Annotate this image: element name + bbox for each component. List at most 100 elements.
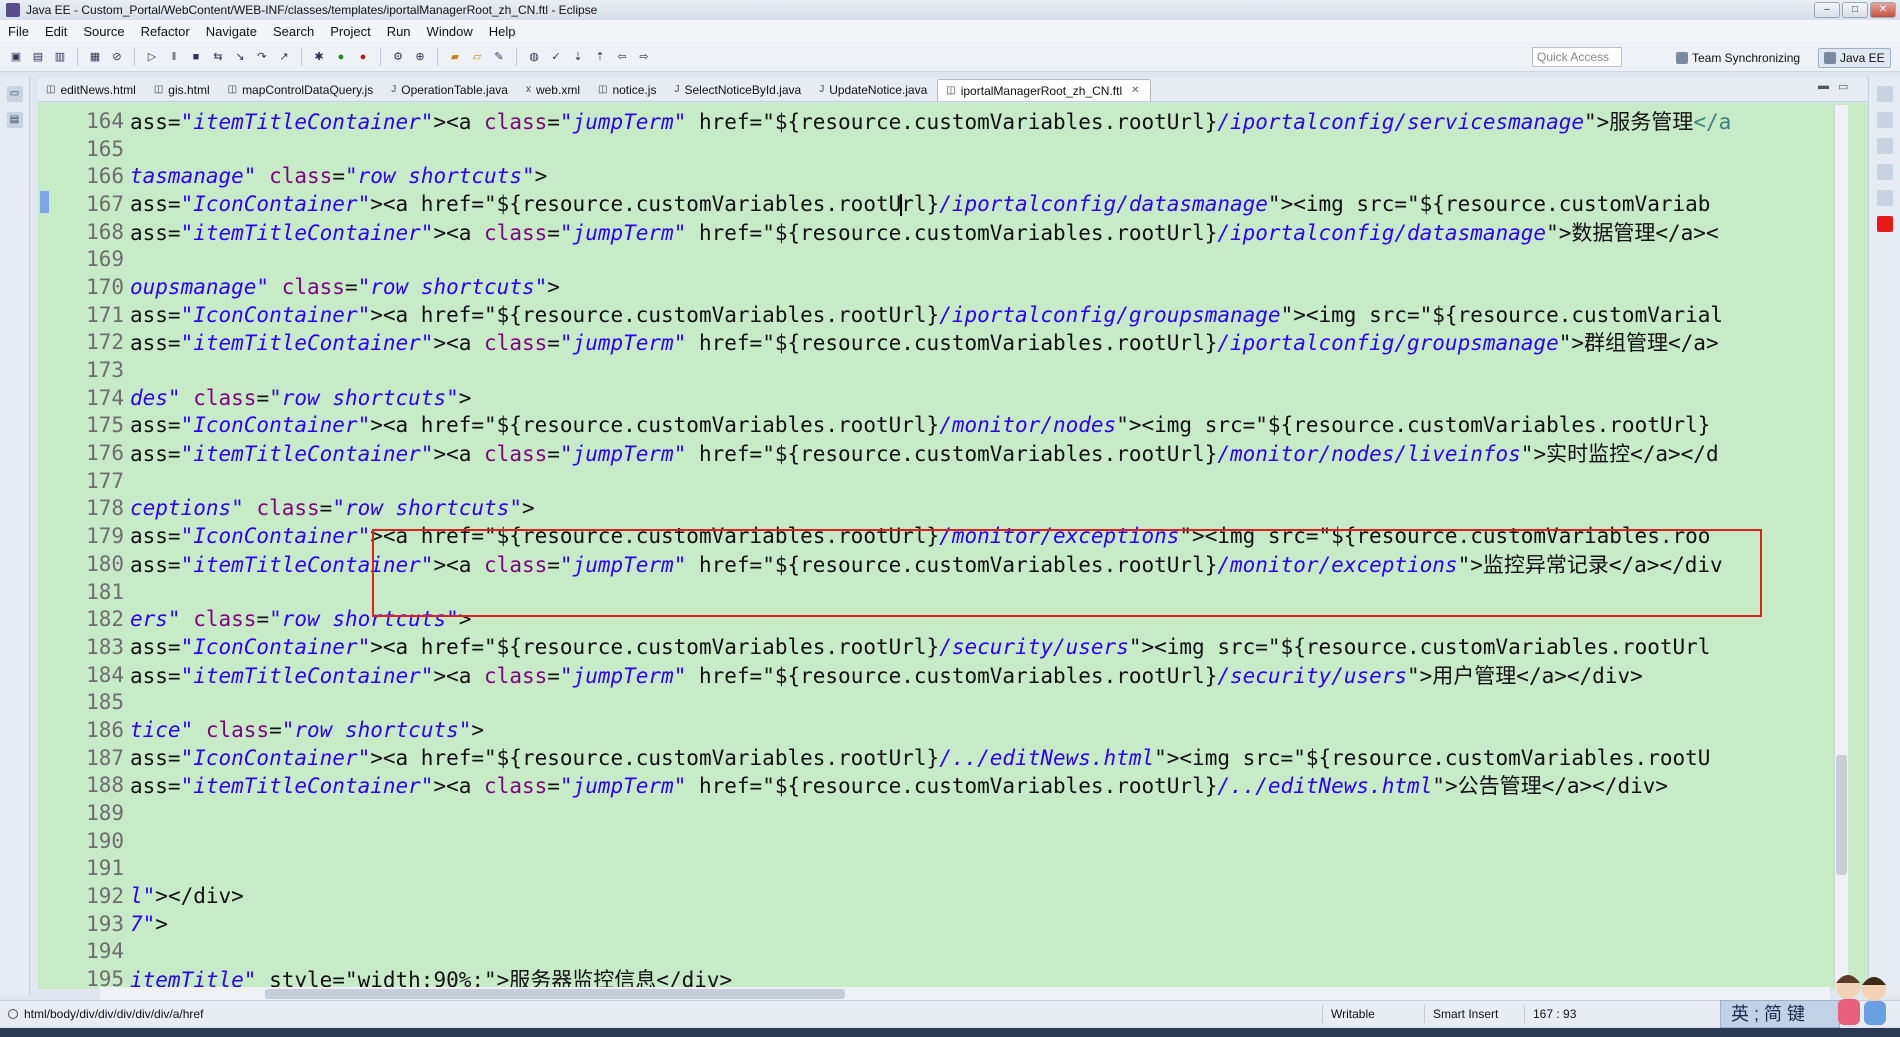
terminate-icon[interactable]: ■ bbox=[188, 49, 204, 65]
code-line[interactable]: 193 7"> bbox=[50, 910, 1868, 938]
code-line[interactable]: 170 oupsmanage" class="row shortcuts"> bbox=[50, 273, 1868, 301]
code-line[interactable]: 174 des" class="row shortcuts"> bbox=[50, 384, 1868, 412]
step-over-icon[interactable]: ↷ bbox=[254, 49, 270, 65]
code-line[interactable]: 165 bbox=[50, 135, 1868, 163]
menu-project[interactable]: Project bbox=[322, 24, 378, 39]
menu-search[interactable]: Search bbox=[265, 24, 322, 39]
wand-icon[interactable]: ✎ bbox=[491, 49, 507, 65]
perspective-team-synchronizing[interactable]: Team Synchronizing bbox=[1676, 48, 1800, 68]
code-line[interactable]: 176 ass="itemTitleContainer"><a class="ju… bbox=[50, 439, 1868, 467]
vertical-scroll-thumb[interactable] bbox=[1836, 755, 1847, 875]
tab-updatenotice-java[interactable]: J UpdateNotice.java bbox=[811, 79, 937, 101]
horizontal-scrollbar[interactable] bbox=[100, 987, 1830, 1001]
project-explorer-icon[interactable]: ▤ bbox=[6, 112, 23, 128]
print-icon[interactable]: ▦ bbox=[87, 49, 103, 65]
code-line[interactable]: 169 bbox=[50, 245, 1868, 273]
tab-iportalmanagerroot-ftl[interactable]: ◫ iportalManagerRoot_zh_CN.ftl ✕ bbox=[937, 79, 1151, 102]
code-line[interactable]: 187 ass="IconContainer"><a href="${resour… bbox=[50, 744, 1868, 772]
minimize-button[interactable]: ‒ bbox=[1814, 2, 1840, 18]
restore-view-icon[interactable] bbox=[1876, 86, 1893, 102]
menu-navigate[interactable]: Navigate bbox=[198, 24, 265, 39]
code-line[interactable]: 178 ceptions" class="row shortcuts"> bbox=[50, 495, 1868, 523]
code-line[interactable]: 189 bbox=[50, 799, 1868, 827]
code-line[interactable]: 195 itemTitle" style="width:90%;">服务器监控信息… bbox=[50, 965, 1868, 989]
save-all-icon[interactable]: ▥ bbox=[52, 49, 68, 65]
code-line[interactable]: 185 bbox=[50, 688, 1868, 716]
menu-help[interactable]: Help bbox=[481, 24, 524, 39]
problems-view-icon[interactable] bbox=[1876, 216, 1893, 232]
new-class-icon[interactable]: ⊕ bbox=[412, 49, 428, 65]
forward-icon[interactable]: ⇨ bbox=[636, 49, 652, 65]
run-icon[interactable]: ● bbox=[333, 49, 349, 65]
menu-window[interactable]: Window bbox=[419, 24, 481, 39]
disconnect-icon[interactable]: ⇆ bbox=[210, 49, 226, 65]
vertical-scrollbar[interactable] bbox=[1834, 105, 1848, 989]
menu-refactor[interactable]: Refactor bbox=[133, 24, 198, 39]
code-line[interactable]: 183 ass="IconContainer"><a href="${resour… bbox=[50, 633, 1868, 661]
status-insert-mode[interactable]: Smart Insert bbox=[1424, 1005, 1498, 1023]
previous-annotation-icon[interactable]: ⇡ bbox=[592, 49, 608, 65]
tab-web-xml[interactable]: x web.xml bbox=[518, 79, 590, 101]
code-token: = bbox=[547, 331, 560, 356]
code-token: ><a href="${resource.customVariables.roo… bbox=[370, 634, 940, 659]
code-line[interactable]: 172 ass="itemTitleContainer"><a class="ju… bbox=[50, 329, 1868, 357]
new-server-icon[interactable]: ⚙ bbox=[390, 49, 406, 65]
tab-gis-html[interactable]: ◫ gis.html bbox=[146, 79, 220, 101]
close-tab-icon[interactable]: ✕ bbox=[1131, 80, 1139, 102]
servers-view-icon[interactable] bbox=[1876, 164, 1893, 180]
next-annotation-icon[interactable]: ⇣ bbox=[570, 49, 586, 65]
suspend-icon[interactable]: ‖ bbox=[166, 49, 182, 65]
tab-editnews-html[interactable]: ◫ editNews.html bbox=[38, 79, 146, 101]
tab-notice-js[interactable]: ◫ notice.js bbox=[590, 79, 666, 101]
code-line[interactable]: 191 bbox=[50, 855, 1868, 883]
restore-view-icon[interactable]: ▭ bbox=[6, 86, 23, 102]
resume-icon[interactable]: ▷ bbox=[144, 49, 160, 65]
js-file-icon: ◫ bbox=[597, 84, 608, 95]
step-into-icon[interactable]: ↘ bbox=[232, 49, 248, 65]
save-icon[interactable]: ▤ bbox=[30, 49, 46, 65]
code-token: = bbox=[319, 496, 333, 521]
back-icon[interactable]: ⇦ bbox=[614, 49, 630, 65]
code-line[interactable]: 188 ass="itemTitleContainer"><a class="ju… bbox=[50, 772, 1868, 800]
debug-icon[interactable]: ✱ bbox=[311, 49, 327, 65]
code-line[interactable]: 190 bbox=[50, 827, 1868, 855]
horizontal-scroll-thumb[interactable] bbox=[265, 989, 845, 999]
quick-access-input[interactable]: Quick Access bbox=[1532, 47, 1622, 67]
tab-mapcontroldataquery-js[interactable]: ◫ mapControlDataQuery.js bbox=[220, 79, 384, 101]
code-line[interactable]: 166 tasmanage" class="row shortcuts"> bbox=[50, 162, 1868, 190]
menu-file[interactable]: File bbox=[0, 24, 37, 39]
code-line[interactable]: 177 bbox=[50, 467, 1868, 495]
perspective-java-ee[interactable]: Java EE bbox=[1818, 48, 1891, 68]
maximize-editor-icon[interactable]: ▭ bbox=[1838, 80, 1848, 93]
new-icon[interactable]: ▣ bbox=[8, 49, 24, 65]
task-list-icon[interactable] bbox=[1876, 138, 1893, 154]
open-folder-icon[interactable]: ▰ bbox=[447, 49, 463, 65]
code-line[interactable]: 167 ass="IconContainer"><a href="${resour… bbox=[50, 190, 1868, 218]
code-line[interactable]: 164 ass="itemTitleContainer"><a class="ju… bbox=[50, 107, 1868, 135]
globe-icon[interactable]: ◍ bbox=[526, 49, 542, 65]
code-line[interactable]: 186 tice" class="row shortcuts"> bbox=[50, 716, 1868, 744]
code-line[interactable]: 194 bbox=[50, 938, 1868, 966]
code-line[interactable]: 175 ass="IconContainer"><a href="${resour… bbox=[50, 412, 1868, 440]
code-token: 7" bbox=[130, 911, 156, 936]
skip-breakpoints-icon[interactable]: ⊘ bbox=[109, 49, 125, 65]
code-line[interactable]: 184 ass="itemTitleContainer"><a class="ju… bbox=[50, 661, 1868, 689]
menu-run[interactable]: Run bbox=[379, 24, 419, 39]
outline-view-icon[interactable] bbox=[1876, 112, 1893, 128]
code-line[interactable]: 173 bbox=[50, 356, 1868, 384]
code-line[interactable]: 171 ass="IconContainer"><a href="${resour… bbox=[50, 301, 1868, 329]
external-tools-icon[interactable]: ● bbox=[355, 49, 371, 65]
minimize-editor-icon[interactable]: ▬ bbox=[1818, 80, 1829, 92]
maximize-button[interactable]: □ bbox=[1842, 2, 1868, 18]
toggle-mark-icon[interactable]: ✓ bbox=[548, 49, 564, 65]
close-button[interactable]: ✕ bbox=[1870, 2, 1896, 18]
tab-selectnoticebyid-java[interactable]: J SelectNoticeById.java bbox=[666, 79, 811, 101]
code-line[interactable]: 192 l"></div> bbox=[50, 882, 1868, 910]
open-type-icon[interactable]: ▱ bbox=[469, 49, 485, 65]
step-return-icon[interactable]: ↗ bbox=[276, 49, 292, 65]
menu-source[interactable]: Source bbox=[75, 24, 132, 39]
menu-edit[interactable]: Edit bbox=[37, 24, 75, 39]
code-line[interactable]: 168 ass="itemTitleContainer"><a class="ju… bbox=[50, 218, 1868, 246]
tab-operationtable-java[interactable]: J OperationTable.java bbox=[383, 79, 518, 101]
console-view-icon[interactable] bbox=[1876, 190, 1893, 206]
